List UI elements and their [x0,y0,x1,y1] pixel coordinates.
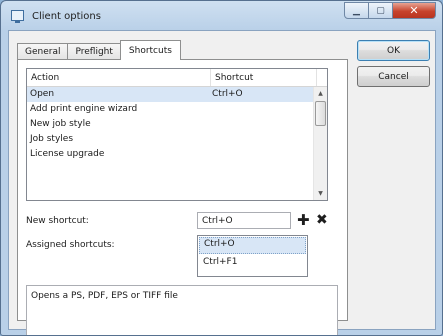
shortcuts-panel: Action Shortcut Open Ctrl+O Add print en… [17,59,348,335]
monitor-icon [11,10,24,23]
window-title: Client options [32,11,101,22]
list-item[interactable] [27,162,315,177]
close-button[interactable]: ✕ [393,2,436,19]
scroll-thumb[interactable] [315,101,326,126]
tab-preflight[interactable]: Preflight [67,43,121,60]
actions-list[interactable]: Action Shortcut Open Ctrl+O Add print en… [26,68,328,201]
action-label: Open [30,89,55,99]
tab-shortcuts[interactable]: Shortcuts [119,40,181,60]
list-item[interactable]: Ctrl+F1 [199,255,306,270]
list-rows: Open Ctrl+O Add print engine wizard New … [27,87,315,177]
column-divider[interactable] [210,69,211,86]
column-divider[interactable] [316,69,317,86]
action-label: Add print engine wizard [30,104,138,114]
dialog-body: General Preflight Shortcuts Action Short… [8,30,436,335]
list-header: Action Shortcut [27,69,327,87]
assigned-shortcuts-label: Assigned shortcuts: [26,240,115,250]
title-bar[interactable]: Client options ▁ ▢ ✕ [1,1,442,29]
assigned-shortcuts-list[interactable]: Ctrl+O Ctrl+F1 [197,235,308,277]
new-shortcut-input[interactable]: Ctrl+O [197,212,291,229]
close-icon: ✕ [409,4,419,17]
list-item[interactable]: Ctrl+O [199,237,306,254]
maximize-icon: ▢ [376,5,385,16]
action-label: New job style [30,119,91,129]
tab-general[interactable]: General [17,43,69,60]
dialog-window: Client options ▁ ▢ ✕ General Preflight S… [0,0,443,336]
ok-button[interactable]: OK [357,40,430,61]
cancel-button[interactable]: Cancel [357,66,430,87]
window-controls: ▁ ▢ ✕ [344,2,436,19]
maximize-button[interactable]: ▢ [369,2,393,19]
shortcut-label: Ctrl+O [212,89,243,99]
list-item[interactable]: Job styles [27,132,315,147]
x-icon[interactable]: ✖ [316,212,328,228]
minimize-icon: ▁ [353,5,360,16]
minimize-button[interactable]: ▁ [344,2,369,19]
new-shortcut-label: New shortcut: [26,216,89,226]
list-item[interactable]: New job style [27,117,315,132]
action-label: License upgrade [30,149,105,159]
scroll-down-icon[interactable]: ▼ [314,187,327,200]
scroll-up-icon[interactable]: ▲ [314,87,327,100]
list-item[interactable]: Add print engine wizard [27,102,315,117]
list-item[interactable]: Open Ctrl+O [27,87,315,102]
column-header-shortcut[interactable]: Shortcut [215,73,253,83]
list-item[interactable]: License upgrade [27,147,315,162]
column-header-action[interactable]: Action [31,73,59,83]
plus-icon[interactable]: ✚ [297,212,310,228]
tab-strip: General Preflight Shortcuts [17,40,181,60]
vertical-scrollbar[interactable]: ▲ ▼ [313,87,327,200]
description-box: Opens a PS, PDF, EPS or TIFF file [26,285,338,335]
action-label: Job styles [30,134,74,144]
